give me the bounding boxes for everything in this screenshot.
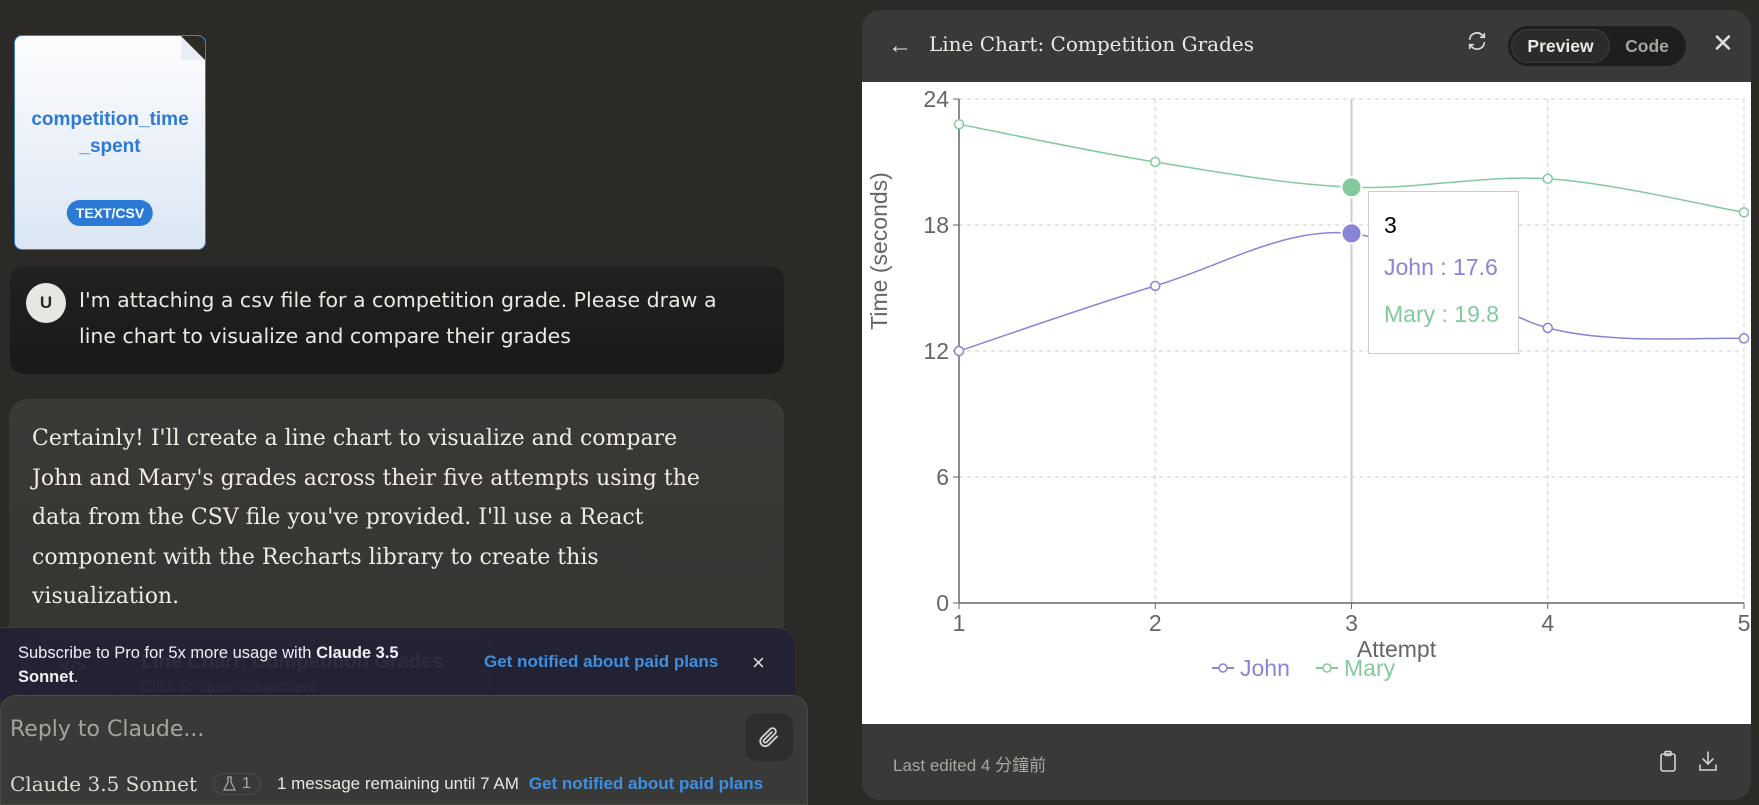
flask-count: 1 (242, 775, 251, 792)
x-tick-label: 2 (1149, 610, 1162, 636)
line-chart: 061218241 2 3 4 5AttemptTime (seconds)John Ma… (866, 86, 1751, 681)
flask-icon (223, 776, 237, 791)
tooltip-mary: Mary : 19.8 (1384, 301, 1500, 327)
paperclip-icon (759, 727, 778, 748)
panel-header: ← Line Chart: Competition Grades Preview… (862, 10, 1751, 82)
banner-text-prefix: Subscribe to Pro for 5x more usage with (18, 644, 317, 662)
panel-title: Line Chart: Competition Grades (929, 32, 1255, 56)
panel-footer: Last edited 4 分鐘前 (862, 724, 1751, 800)
close-icon[interactable]: ✕ (1712, 28, 1734, 59)
chat-column: competition_time_spent TEXT/CSV U I'm at… (0, 0, 808, 805)
legend-marker-john (1218, 663, 1228, 673)
legend-label-john: John (1240, 655, 1290, 681)
refresh-icon[interactable] (1466, 30, 1488, 58)
user-message: U I'm attaching a csv file for a competi… (10, 266, 784, 374)
clipboard-icon[interactable] (1658, 750, 1678, 777)
y-tick-label: 0 (936, 590, 949, 616)
back-arrow-icon[interactable]: ← (888, 32, 912, 60)
user-avatar: U (26, 283, 66, 323)
subscribe-banner: Subscribe to Pro for 5x more usage with … (0, 627, 795, 699)
banner-close-icon[interactable]: × (752, 650, 765, 676)
chart-area: 0 6 12 18 24 1 2 3 4 5 Attempt Time (seconds) John Ma… (862, 82, 1751, 724)
banner-paid-plans-link[interactable]: Get notified about paid plans (484, 652, 718, 672)
data-point-mary (953, 118, 965, 130)
tooltip-john: John : 17.6 (1384, 254, 1498, 280)
x-tick-label: 1 (953, 610, 966, 636)
download-icon[interactable] (1697, 750, 1719, 777)
data-point-john (1738, 333, 1750, 344)
data-point-john (953, 345, 965, 357)
y-tick-label: 24 (923, 86, 949, 112)
data-point-john (1542, 322, 1553, 334)
banner-text: Subscribe to Pro for 5x more usage with … (18, 641, 438, 689)
composer-footer: Claude 3.5 Sonnet 1 1 message remaining … (10, 772, 763, 796)
banner-text-suffix: . (73, 668, 79, 686)
flask-badge[interactable]: 1 (213, 773, 261, 795)
legend-marker-mary (1322, 663, 1332, 673)
y-tick-label: 6 (936, 464, 949, 490)
legend-label-mary: Mary (1344, 655, 1396, 681)
x-tick-label: 4 (1541, 610, 1554, 636)
assistant-message: Certainly! I'll create a line chart to v… (9, 399, 784, 659)
artifact-panel: ← Line Chart: Competition Grades Preview… (862, 10, 1751, 800)
attachment-file-name: competition_time_spent (31, 109, 189, 157)
tooltip-label: 3 (1384, 212, 1397, 238)
data-point-mary (1150, 156, 1161, 168)
last-edited: Last edited 4 分鐘前 (893, 756, 1047, 775)
y-axis-label: Time (seconds) (866, 172, 892, 330)
chart-tooltip: 3 John : 17.6 Mary : 19.8 (1368, 191, 1519, 354)
data-point-john (1150, 280, 1161, 292)
footer-paid-plans-link[interactable]: Get notified about paid plans (529, 774, 763, 794)
model-selector[interactable]: Claude 3.5 Sonnet (10, 772, 197, 796)
y-tick-label: 12 (923, 338, 949, 364)
attach-button[interactable] (745, 713, 793, 761)
x-tick-label: 5 (1738, 610, 1751, 636)
assistant-message-text: Certainly! I'll create a line chart to v… (32, 426, 700, 609)
x-tick-label: 3 (1345, 610, 1358, 636)
tab-preview[interactable]: Preview (1511, 29, 1610, 63)
attachment-type-badge: TEXT/CSV (66, 200, 154, 226)
attachment-card[interactable]: competition_time_spent TEXT/CSV (14, 35, 206, 250)
data-point-mary (1542, 173, 1553, 185)
active-dot-mary (1340, 176, 1363, 199)
page-fold-icon (181, 36, 205, 60)
user-message-text: I'm attaching a csv file for a competiti… (79, 288, 717, 348)
tab-code[interactable]: Code (1612, 29, 1682, 63)
reply-input[interactable] (10, 717, 710, 742)
messages-remaining: 1 message remaining until 7 AM (276, 774, 519, 793)
data-point-mary (1738, 207, 1750, 218)
active-dot-john (1340, 222, 1363, 245)
composer: Claude 3.5 Sonnet 1 1 message remaining … (0, 695, 808, 805)
view-toggle: Preview Code (1508, 26, 1686, 66)
y-tick-label: 18 (923, 212, 949, 238)
